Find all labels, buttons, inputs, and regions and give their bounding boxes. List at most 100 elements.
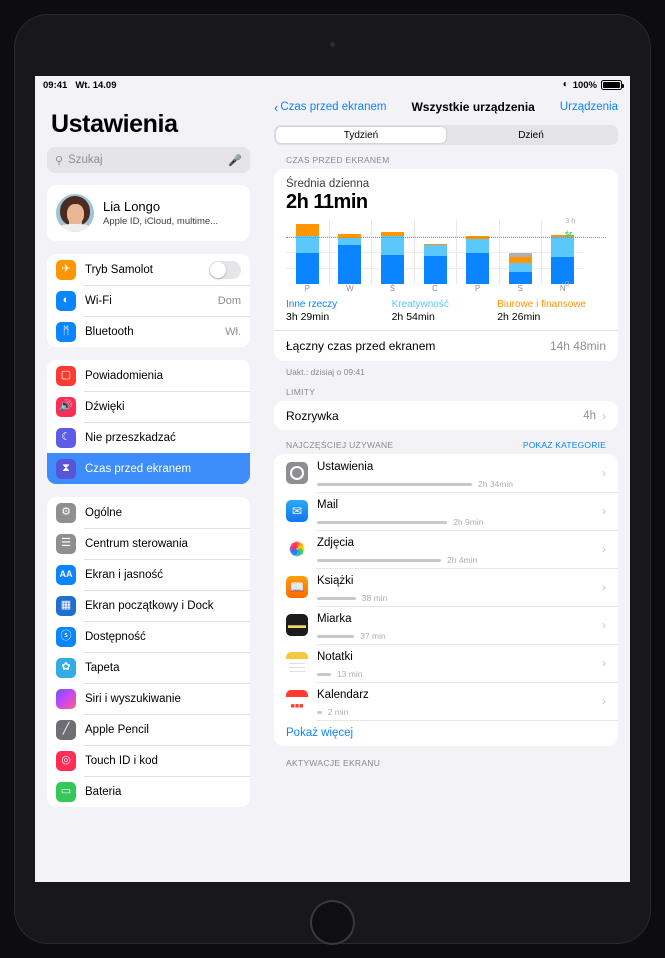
sidebar-item-wallpaper[interactable]: ✿ Tapeta <box>47 652 250 683</box>
search-placeholder: Szukaj <box>68 154 103 166</box>
chart-bar-segment <box>508 272 532 284</box>
app-usage-row[interactable]: Zdjęcia 2h 4min › <box>274 530 618 568</box>
bluetooth-icon: ᛗ <box>56 321 76 342</box>
sidebar-item-label: Siri i wyszukiwanie <box>85 692 181 705</box>
app-usage-time: 2h 4min <box>447 555 478 565</box>
hourglass-icon: ⧗ <box>56 458 76 479</box>
sidebar-item-battery[interactable]: ▭ Bateria <box>47 776 250 807</box>
sidebar-item-wifi[interactable]: ◐ Wi-Fi Dom <box>47 285 250 316</box>
total-screen-time-row: Łączny czas przed ekranem 14h 48min <box>274 330 618 361</box>
chart-bar-slot[interactable] <box>414 220 457 284</box>
chart-bar[interactable] <box>295 224 319 284</box>
chart-bar[interactable] <box>466 236 490 284</box>
tab-week[interactable]: Tydzień <box>276 127 446 143</box>
legend-label: Biurowe i finansowe <box>497 299 587 310</box>
app-usage-row[interactable]: ▬▬ Miarka 37 min › <box>274 606 618 644</box>
app-name: Kalendarz <box>317 689 369 701</box>
limit-label: Rozrywka <box>286 408 339 423</box>
chart-bar-segment <box>380 255 404 284</box>
sidebar-item-label: Centrum sterowania <box>85 537 188 550</box>
sidebar-item-control-center[interactable]: ☰ Centrum sterowania <box>47 528 250 559</box>
sidebar-item-apple-pencil[interactable]: ╱ Apple Pencil <box>47 714 250 745</box>
detail-scroll-area[interactable]: CZAS PRZED EKRANEM Średnia dzienna 2h 11… <box>262 145 630 882</box>
sidebar-item-label: Touch ID i kod <box>85 754 158 767</box>
tab-day[interactable]: Dzień <box>446 127 616 143</box>
screen-time-chart[interactable]: 3 h śr. 0 PWŚCPSN <box>274 216 618 295</box>
search-icon: ⚲ <box>55 154 64 167</box>
sidebar-item-siri-search[interactable]: Siri i wyszukiwanie <box>47 683 250 714</box>
airplane-mode-toggle[interactable] <box>209 260 241 279</box>
app-usage-bar <box>317 482 472 486</box>
app-usage-row[interactable]: Notatki 13 min › <box>274 644 618 682</box>
legend-item: Inne rzeczy 3h 29min <box>286 299 392 323</box>
app-usage-bar <box>317 558 441 562</box>
chart-bar-slot[interactable] <box>286 220 329 284</box>
sidebar-item-home-screen-dock[interactable]: ▦ Ekran początkowy i Dock <box>47 590 250 621</box>
back-button[interactable]: ‹ Czas przed ekranem <box>274 101 386 114</box>
wifi-icon: ◐ <box>56 290 76 311</box>
display-brightness-icon: AA <box>56 564 76 585</box>
sidebar-item-label: Czas przed ekranem <box>85 462 192 475</box>
chevron-right-icon: › <box>602 580 606 594</box>
app-usage-row[interactable]: ■■■ Kalendarz 2 min › <box>274 682 618 720</box>
bluetooth-value: Wł. <box>225 325 241 338</box>
search-input[interactable]: ⚲ Szukaj 🎤 <box>47 147 250 173</box>
period-segmented-control[interactable]: Tydzień Dzień <box>274 125 618 145</box>
sidebar-item-label: Powiadomienia <box>85 369 163 382</box>
app-usage-row[interactable]: Ustawienia 2h 34min › <box>274 454 618 492</box>
show-categories-button[interactable]: POKAŻ KATEGORIE <box>523 440 606 450</box>
accessibility-icon: ⓢ <box>56 626 76 647</box>
chart-x-tick: C <box>432 284 438 293</box>
sidebar-item-display-brightness[interactable]: AA Ekran i jasność <box>47 559 250 590</box>
legend-value: 2h 26min <box>497 311 541 323</box>
chart-x-tick: W <box>346 284 354 293</box>
limits-section-header: LIMITY <box>262 377 630 401</box>
sidebar-item-sounds[interactable]: 🔊 Dźwięki <box>47 391 250 422</box>
app-usage-row[interactable]: ✉ Mail 2h 9min › <box>274 492 618 530</box>
sidebar-item-bluetooth[interactable]: ᛗ Bluetooth Wł. <box>47 316 250 347</box>
sidebar-item-notifications[interactable]: ▢ Powiadomienia <box>47 360 250 391</box>
limits-card: Rozrywka 4h › <box>274 401 618 430</box>
sidebar-item-accessibility[interactable]: ⓢ Dostępność <box>47 621 250 652</box>
chart-bar[interactable] <box>508 252 532 284</box>
calendar-app-icon: ■■■ <box>286 690 308 712</box>
legend-label: Inne rzeczy <box>286 299 338 310</box>
sidebar-item-label: Dostępność <box>85 630 146 643</box>
limit-row-entertainment[interactable]: Rozrywka 4h › <box>274 401 618 430</box>
sounds-icon: 🔊 <box>56 396 76 417</box>
app-usage-bar <box>317 710 322 714</box>
chart-plot-area: 3 h śr. 0 <box>286 216 606 288</box>
chart-bar-slot[interactable] <box>371 220 414 284</box>
home-button[interactable] <box>310 900 355 945</box>
axis-tick-top: 3 h <box>565 216 576 225</box>
chart-bar[interactable] <box>338 233 362 284</box>
sidebar-item-screen-time[interactable]: ⧗ Czas przed ekranem <box>47 453 250 484</box>
sidebar-item-airplane-mode[interactable]: ✈ Tryb Samolot <box>47 254 250 285</box>
chart-bar-slot[interactable] <box>456 220 499 284</box>
status-date: Wt. 14.09 <box>75 79 117 91</box>
microphone-icon[interactable]: 🎤 <box>228 154 242 167</box>
most-used-section-header: NAJCZĘŚCIEJ UŻYWANE POKAŻ KATEGORIE <box>262 430 630 454</box>
legend-label: Kreatywność <box>391 299 449 310</box>
app-usage-row[interactable]: 📖 Książki 38 min › <box>274 568 618 606</box>
chart-bar[interactable] <box>423 243 447 284</box>
books-app-icon: 📖 <box>286 576 308 598</box>
status-time: 09:41 <box>43 79 68 91</box>
app-name: Zdjęcia <box>317 537 355 549</box>
wifi-icon: ◐ <box>562 79 569 90</box>
chart-bar-slot[interactable] <box>499 220 542 284</box>
chart-bar-slot[interactable] <box>329 220 372 284</box>
page-title: Ustawienia <box>51 110 178 138</box>
chart-bar-segment <box>295 236 319 254</box>
apple-id-row[interactable]: Lia Longo Apple ID, iCloud, multime... <box>47 185 250 241</box>
app-name: Książki <box>317 575 354 587</box>
sidebar-item-label: Ekran początkowy i Dock <box>85 599 214 612</box>
sidebar-item-label: Tryb Samolot <box>85 263 153 276</box>
chart-bar[interactable] <box>380 231 404 284</box>
sidebar-item-general[interactable]: ⚙ Ogólne <box>47 497 250 528</box>
devices-button[interactable]: Urządzenia <box>560 101 618 113</box>
sidebar-item-label: Ogólne <box>85 506 123 519</box>
sidebar-item-do-not-disturb[interactable]: ☾ Nie przeszkadzać <box>47 422 250 453</box>
sidebar-item-touch-id[interactable]: ◎ Touch ID i kod <box>47 745 250 776</box>
show-more-button[interactable]: Pokaż więcej <box>274 720 618 746</box>
